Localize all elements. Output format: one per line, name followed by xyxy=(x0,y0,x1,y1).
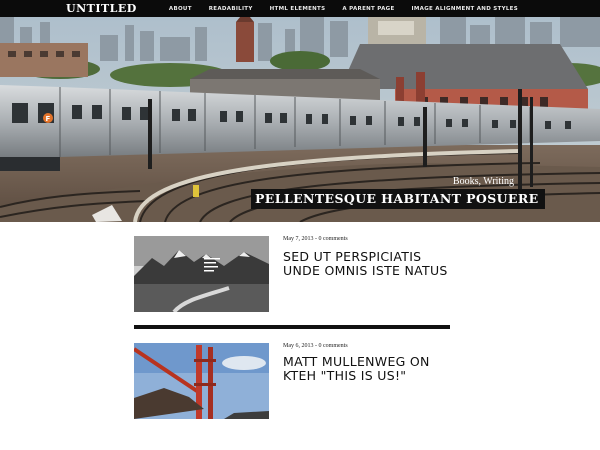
nav-item-parent-page[interactable]: A Parent Page xyxy=(342,6,394,12)
post-comments-link[interactable]: 0 comments xyxy=(319,236,348,242)
post-comments-link[interactable]: 0 comments xyxy=(319,343,348,349)
post-item: May 7, 2013 - 0 comments SED UT PERSPICI… xyxy=(134,236,450,316)
site-title[interactable]: UNTITLED xyxy=(66,1,137,16)
post-date[interactable]: May 7, 2013 xyxy=(283,236,314,242)
post-meta: May 6, 2013 - 0 comments xyxy=(283,343,348,349)
post-title[interactable]: MATT MULLENWEG ON KTEH "THIS IS US!" xyxy=(283,355,463,383)
post-meta: May 7, 2013 - 0 comments xyxy=(283,236,348,242)
bridge-image xyxy=(134,343,269,419)
hero-categories[interactable]: Books, Writing xyxy=(453,176,514,187)
nav-item-html-elements[interactable]: HTML Elements xyxy=(270,6,326,12)
mountain-image xyxy=(134,236,269,312)
hero-post-title[interactable]: PELLENTESQUE HABITANT POSUERE xyxy=(251,189,545,209)
post-date[interactable]: May 6, 2013 xyxy=(283,343,314,349)
hero-banner[interactable]: F Books, Writing PELLENTESQUE HABITANT P… xyxy=(0,17,600,222)
post-item: May 6, 2013 - 0 comments MATT MULLENWEG … xyxy=(134,343,450,423)
post-thumbnail[interactable] xyxy=(134,343,269,419)
post-title[interactable]: SED UT PERSPICIATIS UNDE OMNIS ISTE NATU… xyxy=(283,250,453,278)
svg-text:F: F xyxy=(46,115,51,123)
top-navbar: UNTITLED About Readability HTML Elements… xyxy=(0,0,600,17)
nav-item-image-alignment[interactable]: Image Alignment and Styles xyxy=(412,6,518,12)
post-thumbnail[interactable] xyxy=(134,236,269,312)
main-nav: About Readability HTML Elements A Parent… xyxy=(152,0,600,17)
post-divider xyxy=(134,325,450,329)
nav-item-readability[interactable]: Readability xyxy=(209,6,253,12)
nav-item-about[interactable]: About xyxy=(169,6,192,12)
